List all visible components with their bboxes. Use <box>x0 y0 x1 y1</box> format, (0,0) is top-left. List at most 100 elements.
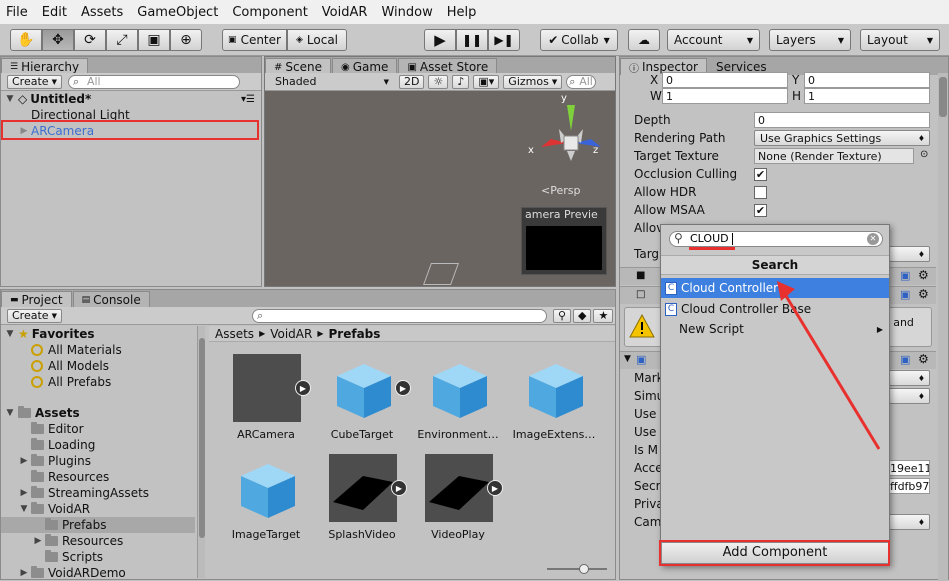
menu-assets[interactable]: Assets <box>81 5 123 20</box>
tree-item-voidardemo[interactable]: ▶ VoidARDemo <box>1 565 126 581</box>
scene-row[interactable]: ▼ ◇ Untitled* ▾☰ <box>1 91 261 107</box>
viewport-y-field[interactable]: 0 <box>804 72 930 88</box>
script-field-dropdown[interactable]: ♦ <box>888 514 930 530</box>
allow-hdr-checkbox[interactable] <box>754 186 767 199</box>
help-icon[interactable]: ▣ <box>900 269 910 282</box>
tab-project[interactable]: ▬ Project <box>1 291 72 308</box>
expand-triangle-icon[interactable]: ▼ <box>624 354 631 364</box>
tree-item-voidar-resources[interactable]: ▶ Resources <box>1 533 123 549</box>
slider-thumb[interactable] <box>579 564 589 574</box>
expand-triangle-icon[interactable]: ▶ <box>33 536 43 546</box>
tree-item-resources[interactable]: Resources <box>1 469 109 485</box>
menu-edit[interactable]: Edit <box>42 5 67 20</box>
expand-triangle-icon[interactable]: ▼ <box>5 329 15 339</box>
rotate-tool-icon[interactable]: ⟳ <box>74 29 106 51</box>
scrollbar-thumb[interactable] <box>939 77 947 117</box>
expand-triangle-icon[interactable]: ▶ <box>19 456 29 466</box>
target-texture-field[interactable]: None (Render Texture) <box>754 148 914 164</box>
layout-dropdown[interactable]: Layout ▼ <box>860 29 940 51</box>
access-key-field[interactable]: 19ee11 <box>886 460 930 476</box>
cloud-button[interactable]: ☁ <box>628 29 660 51</box>
expand-prefab-icon[interactable]: ▶ <box>391 480 407 496</box>
pivot-center-button[interactable]: ▣ Center <box>222 29 287 51</box>
asset-environment[interactable]: Environment… <box>411 352 501 442</box>
tree-item-streamingassets[interactable]: ▶ StreamingAssets <box>1 485 149 501</box>
favorite-item[interactable]: All Prefabs <box>1 374 111 390</box>
menu-window[interactable]: Window <box>381 5 432 20</box>
viewport-x-field[interactable]: 0 <box>662 72 788 88</box>
rendering-path-dropdown[interactable]: Use Graphics Settings ♦ <box>754 130 930 146</box>
expand-triangle-icon[interactable]: ▼ <box>19 504 29 514</box>
collab-dropdown[interactable]: ✔ Collab ▼ <box>540 29 618 51</box>
asset-videoplay[interactable]: ▶ VideoPlay <box>411 452 503 542</box>
tree-item-scripts[interactable]: Scripts <box>1 549 103 565</box>
move-tool-icon[interactable]: ✥ <box>42 29 74 51</box>
gear-icon[interactable]: ⚙ <box>918 352 929 366</box>
scene-orientation-gizmo[interactable]: y x z <box>528 93 611 185</box>
project-search-input[interactable]: ⌕ <box>251 308 547 323</box>
transform-tool-icon[interactable]: ⊕ <box>170 29 202 51</box>
pause-button[interactable]: ❚❚ <box>456 29 488 51</box>
breadcrumb-item[interactable]: VoidAR <box>270 327 312 341</box>
audio-toggle-icon[interactable]: ♪ <box>452 74 470 89</box>
effects-dropdown-icon[interactable]: ▣▾ <box>473 74 500 89</box>
occlusion-culling-checkbox[interactable]: ✔ <box>754 168 767 181</box>
help-icon[interactable]: ▣ <box>900 353 910 366</box>
tree-item-editor[interactable]: Editor <box>1 421 84 437</box>
component-search-input[interactable]: ⚲ CLOUD ✕ <box>669 231 883 247</box>
asset-arcamera[interactable]: ▶ ARCamera <box>219 352 311 442</box>
breadcrumb-item-current[interactable]: Prefabs <box>329 327 381 341</box>
hand-tool-icon[interactable]: ✋ <box>10 29 42 51</box>
tree-item-plugins[interactable]: ▶ Plugins <box>1 453 91 469</box>
expand-triangle-icon[interactable]: ▶ <box>19 568 29 578</box>
hierarchy-create-dropdown[interactable]: Create ▼ <box>7 74 62 89</box>
favorite-item[interactable]: All Models <box>1 358 109 374</box>
depth-field[interactable]: 0 <box>754 112 930 128</box>
secret-key-field[interactable]: ffdfb97 <box>886 478 930 494</box>
tab-console[interactable]: ▤ Console <box>72 291 150 308</box>
inspector-scrollbar[interactable] <box>938 73 948 581</box>
expand-triangle-icon[interactable]: ▶ <box>19 488 29 498</box>
filter-label-icon[interactable]: ◆ <box>573 308 592 323</box>
scrollbar-thumb[interactable] <box>199 338 205 538</box>
hierarchy-search-input[interactable]: ⌕ All <box>67 74 240 89</box>
gear-icon[interactable]: ⚙ <box>918 268 929 282</box>
help-icon[interactable]: ▣ <box>900 288 910 301</box>
tree-item-prefabs[interactable]: Prefabs <box>1 517 195 533</box>
menu-voidar[interactable]: VoidAR <box>322 5 368 20</box>
menu-component[interactable]: Component <box>232 5 307 20</box>
expand-triangle-icon[interactable]: ▼ <box>5 408 15 418</box>
menu-gameobject[interactable]: GameObject <box>137 5 218 20</box>
filter-type-icon[interactable]: ⚲ <box>552 308 572 323</box>
favorite-star-icon[interactable]: ★ <box>593 308 614 323</box>
gizmos-dropdown[interactable]: Gizmos ▼ <box>503 74 563 89</box>
tree-item-voidar[interactable]: ▼ VoidAR <box>1 501 90 517</box>
asset-imageextension[interactable]: ImageExtens… <box>507 352 597 442</box>
favorite-item[interactable]: All Materials <box>1 342 122 358</box>
scene-search-input[interactable]: ⌕ All <box>566 74 597 89</box>
perspective-label[interactable]: <Persp <box>541 184 580 197</box>
favorites-header[interactable]: ▼ ★ Favorites <box>1 326 95 342</box>
allow-msaa-checkbox[interactable]: ✔ <box>754 204 767 217</box>
clear-search-icon[interactable]: ✕ <box>867 233 879 245</box>
asset-splashvideo[interactable]: ▶ SplashVideo <box>315 452 407 542</box>
assets-header[interactable]: ▼ Assets <box>1 405 80 421</box>
project-create-dropdown[interactable]: Create ▼ <box>7 308 62 323</box>
layers-dropdown[interactable]: Layers ▼ <box>769 29 851 51</box>
tree-item-loading[interactable]: Loading <box>1 437 95 453</box>
scene-menu-icon[interactable]: ▾☰ <box>241 94 255 105</box>
viewport-h-field[interactable]: 1 <box>804 88 930 104</box>
rect-tool-icon[interactable]: ▣ <box>138 29 170 51</box>
play-button[interactable]: ▶ <box>424 29 456 51</box>
expand-prefab-icon[interactable]: ▶ <box>487 480 503 496</box>
script-field-dropdown[interactable]: ♦ <box>888 370 930 386</box>
expand-prefab-icon[interactable]: ▶ <box>395 380 411 396</box>
breadcrumb-item[interactable]: Assets <box>215 327 254 341</box>
lighting-toggle-icon[interactable]: ☼ <box>428 74 449 89</box>
step-button[interactable]: ▶❚ <box>488 29 520 51</box>
scale-tool-icon[interactable]: ⤢ <box>106 29 138 51</box>
asset-cubetarget[interactable]: ▶ CubeTarget <box>315 352 411 442</box>
toggle-2d-button[interactable]: 2D <box>399 74 425 89</box>
object-picker-icon[interactable]: ⊙ <box>920 149 928 160</box>
pivot-local-button[interactable]: ◈ Local <box>287 29 347 51</box>
